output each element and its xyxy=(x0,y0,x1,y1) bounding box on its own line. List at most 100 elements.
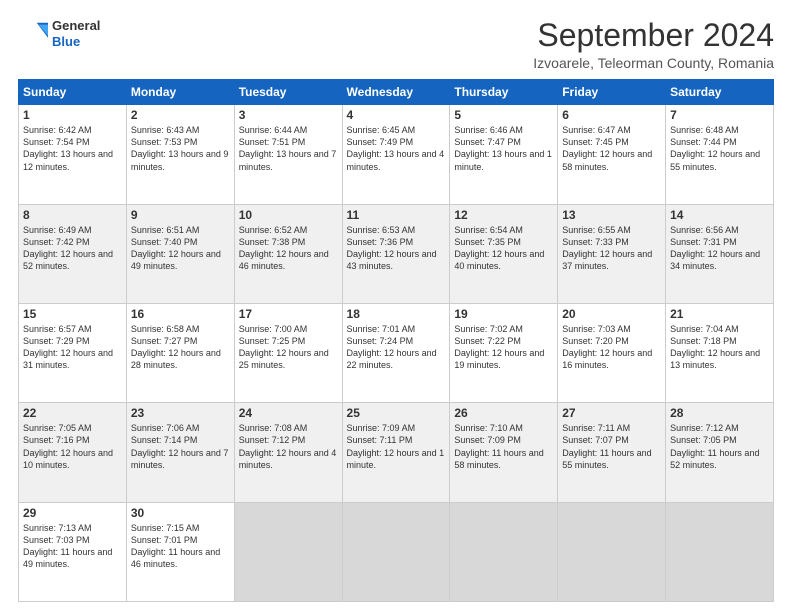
cell-info: Sunrise: 6:49 AMSunset: 7:42 PMDaylight:… xyxy=(23,224,122,273)
col-saturday: Saturday xyxy=(666,80,774,105)
table-row xyxy=(666,502,774,601)
cell-info: Sunrise: 6:42 AMSunset: 7:54 PMDaylight:… xyxy=(23,124,122,173)
day-number: 20 xyxy=(562,307,661,321)
table-row: 6 Sunrise: 6:47 AMSunset: 7:45 PMDaylight… xyxy=(558,105,666,204)
col-thursday: Thursday xyxy=(450,80,558,105)
calendar-week-row: 29 Sunrise: 7:13 AMSunset: 7:03 PMDayligh… xyxy=(19,502,774,601)
calendar-week-row: 1 Sunrise: 6:42 AMSunset: 7:54 PMDaylight… xyxy=(19,105,774,204)
table-row: 19Sunrise: 7:02 AMSunset: 7:22 PMDayligh… xyxy=(450,303,558,402)
table-row: 20 Sunrise: 7:03 AMSunset: 7:20 PMDayligh… xyxy=(558,303,666,402)
col-sunday: Sunday xyxy=(19,80,127,105)
day-number: 17 xyxy=(239,307,338,321)
calendar-table: Sunday Monday Tuesday Wednesday Thursday… xyxy=(18,79,774,602)
logo-text: General Blue xyxy=(52,18,100,49)
col-tuesday: Tuesday xyxy=(234,80,342,105)
calendar-week-row: 8 Sunrise: 6:49 AMSunset: 7:42 PMDaylight… xyxy=(19,204,774,303)
table-row xyxy=(450,502,558,601)
day-number: 14 xyxy=(670,208,769,222)
table-row: 21Sunrise: 7:04 AMSunset: 7:18 PMDayligh… xyxy=(666,303,774,402)
cell-info: Sunrise: 7:02 AMSunset: 7:22 PMDaylight:… xyxy=(454,323,553,372)
table-row: 16 Sunrise: 6:58 AMSunset: 7:27 PMDayligh… xyxy=(126,303,234,402)
month-title: September 2024 xyxy=(533,18,774,53)
cell-info: Sunrise: 7:11 AMSunset: 7:07 PMDaylight:… xyxy=(562,422,661,471)
cell-info: Sunrise: 6:47 AMSunset: 7:45 PMDaylight:… xyxy=(562,124,661,173)
cell-info: Sunrise: 6:58 AMSunset: 7:27 PMDaylight:… xyxy=(131,323,230,372)
page: General Blue September 2024 Izvoarele, T… xyxy=(0,0,792,612)
table-row: 24 Sunrise: 7:08 AMSunset: 7:12 PMDayligh… xyxy=(234,403,342,502)
cell-info: Sunrise: 6:52 AMSunset: 7:38 PMDaylight:… xyxy=(239,224,338,273)
day-number: 29 xyxy=(23,506,122,520)
cell-info: Sunrise: 6:48 AMSunset: 7:44 PMDaylight:… xyxy=(670,124,769,173)
day-number: 9 xyxy=(131,208,230,222)
day-number: 13 xyxy=(562,208,661,222)
table-row: 22Sunrise: 7:05 AMSunset: 7:16 PMDayligh… xyxy=(19,403,127,502)
table-row: 18 Sunrise: 7:01 AMSunset: 7:24 PMDayligh… xyxy=(342,303,450,402)
table-row: 1 Sunrise: 6:42 AMSunset: 7:54 PMDaylight… xyxy=(19,105,127,204)
logo-blue: Blue xyxy=(52,34,100,50)
day-number: 11 xyxy=(347,208,446,222)
table-row: 30 Sunrise: 7:15 AMSunset: 7:01 PMDayligh… xyxy=(126,502,234,601)
day-number: 1 xyxy=(23,108,122,122)
col-friday: Friday xyxy=(558,80,666,105)
day-number: 2 xyxy=(131,108,230,122)
table-row: 27 Sunrise: 7:11 AMSunset: 7:07 PMDayligh… xyxy=(558,403,666,502)
cell-info: Sunrise: 7:08 AMSunset: 7:12 PMDaylight:… xyxy=(239,422,338,471)
col-monday: Monday xyxy=(126,80,234,105)
day-number: 23 xyxy=(131,406,230,420)
day-number: 18 xyxy=(347,307,446,321)
cell-info: Sunrise: 7:10 AMSunset: 7:09 PMDaylight:… xyxy=(454,422,553,471)
table-row: 7 Sunrise: 6:48 AMSunset: 7:44 PMDaylight… xyxy=(666,105,774,204)
table-row: 10 Sunrise: 6:52 AMSunset: 7:38 PMDayligh… xyxy=(234,204,342,303)
cell-info: Sunrise: 6:44 AMSunset: 7:51 PMDaylight:… xyxy=(239,124,338,173)
cell-info: Sunrise: 7:05 AMSunset: 7:16 PMDaylight:… xyxy=(23,422,122,471)
day-number: 6 xyxy=(562,108,661,122)
table-row: 25Sunrise: 7:09 AMSunset: 7:11 PMDayligh… xyxy=(342,403,450,502)
day-number: 15 xyxy=(23,307,122,321)
day-number: 12 xyxy=(454,208,553,222)
cell-info: Sunrise: 7:00 AMSunset: 7:25 PMDaylight:… xyxy=(239,323,338,372)
day-number: 28 xyxy=(670,406,769,420)
day-number: 24 xyxy=(239,406,338,420)
cell-info: Sunrise: 6:56 AMSunset: 7:31 PMDaylight:… xyxy=(670,224,769,273)
table-row xyxy=(342,502,450,601)
header: General Blue September 2024 Izvoarele, T… xyxy=(18,18,774,71)
logo: General Blue xyxy=(18,18,100,49)
table-row: 11 Sunrise: 6:53 AMSunset: 7:36 PMDayligh… xyxy=(342,204,450,303)
day-number: 16 xyxy=(131,307,230,321)
table-row xyxy=(558,502,666,601)
table-row: 15 Sunrise: 6:57 AMSunset: 7:29 PMDayligh… xyxy=(19,303,127,402)
day-number: 27 xyxy=(562,406,661,420)
table-row: 29 Sunrise: 7:13 AMSunset: 7:03 PMDayligh… xyxy=(19,502,127,601)
location: Izvoarele, Teleorman County, Romania xyxy=(533,55,774,71)
day-number: 5 xyxy=(454,108,553,122)
table-row: 5 Sunrise: 6:46 AMSunset: 7:47 PMDaylight… xyxy=(450,105,558,204)
cell-info: Sunrise: 7:03 AMSunset: 7:20 PMDaylight:… xyxy=(562,323,661,372)
day-number: 3 xyxy=(239,108,338,122)
cell-info: Sunrise: 7:12 AMSunset: 7:05 PMDaylight:… xyxy=(670,422,769,471)
calendar-week-row: 22Sunrise: 7:05 AMSunset: 7:16 PMDayligh… xyxy=(19,403,774,502)
cell-info: Sunrise: 7:13 AMSunset: 7:03 PMDaylight:… xyxy=(23,522,122,571)
cell-info: Sunrise: 7:15 AMSunset: 7:01 PMDaylight:… xyxy=(131,522,230,571)
table-row: 14 Sunrise: 6:56 AMSunset: 7:31 PMDayligh… xyxy=(666,204,774,303)
logo-general: General xyxy=(52,18,100,34)
table-row: 9Sunrise: 6:51 AMSunset: 7:40 PMDaylight… xyxy=(126,204,234,303)
day-number: 30 xyxy=(131,506,230,520)
cell-info: Sunrise: 6:54 AMSunset: 7:35 PMDaylight:… xyxy=(454,224,553,273)
cell-info: Sunrise: 6:46 AMSunset: 7:47 PMDaylight:… xyxy=(454,124,553,173)
day-number: 26 xyxy=(454,406,553,420)
day-number: 8 xyxy=(23,208,122,222)
cell-info: Sunrise: 7:04 AMSunset: 7:18 PMDaylight:… xyxy=(670,323,769,372)
table-row: 12 Sunrise: 6:54 AMSunset: 7:35 PMDayligh… xyxy=(450,204,558,303)
table-row: 23Sunrise: 7:06 AMSunset: 7:14 PMDayligh… xyxy=(126,403,234,502)
table-row: 28 Sunrise: 7:12 AMSunset: 7:05 PMDayligh… xyxy=(666,403,774,502)
table-row: 26 Sunrise: 7:10 AMSunset: 7:09 PMDayligh… xyxy=(450,403,558,502)
calendar-header-row: Sunday Monday Tuesday Wednesday Thursday… xyxy=(19,80,774,105)
day-number: 7 xyxy=(670,108,769,122)
cell-info: Sunrise: 7:01 AMSunset: 7:24 PMDaylight:… xyxy=(347,323,446,372)
logo-icon xyxy=(18,19,48,49)
cell-info: Sunrise: 6:57 AMSunset: 7:29 PMDaylight:… xyxy=(23,323,122,372)
day-number: 25 xyxy=(347,406,446,420)
day-number: 10 xyxy=(239,208,338,222)
day-number: 4 xyxy=(347,108,446,122)
cell-info: Sunrise: 6:53 AMSunset: 7:36 PMDaylight:… xyxy=(347,224,446,273)
